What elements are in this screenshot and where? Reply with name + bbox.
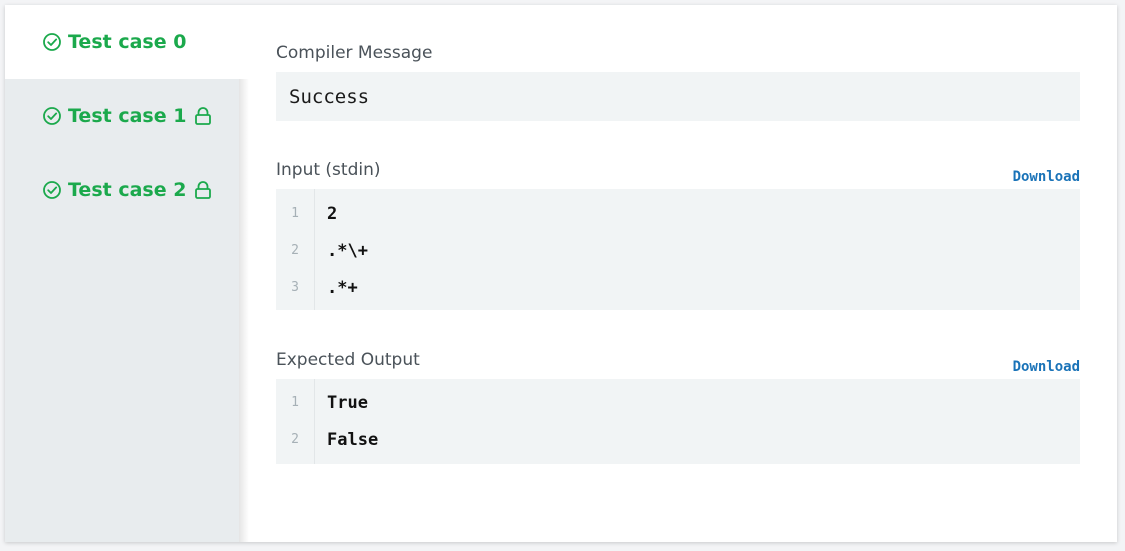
expected-output-label: Expected Output: [276, 350, 420, 370]
tab-label: Test case 0: [68, 31, 187, 53]
tab-test-case-1[interactable]: Test case 1: [5, 79, 239, 153]
line-number: 2: [291, 243, 299, 258]
line-number: 2: [291, 432, 299, 447]
test-case-sidebar: Test case 0 Test case 1 Test case 2: [5, 5, 239, 542]
line-text: False: [327, 429, 379, 450]
lock-icon: [194, 106, 212, 126]
input-label: Input (stdin): [276, 160, 381, 180]
line-text: True: [327, 392, 368, 413]
line-number: 3: [291, 280, 299, 295]
compiler-message-text: Success: [289, 85, 370, 108]
lock-icon: [194, 180, 212, 200]
tab-test-case-0[interactable]: Test case 0: [5, 5, 239, 79]
test-results-panel: Test case 0 Test case 1 Test case 2 Comp…: [5, 5, 1117, 542]
code-line: 1 True: [276, 384, 1080, 421]
code-line: 1 2: [276, 195, 1080, 232]
line-text: .*+: [327, 277, 358, 298]
code-line: 2 False: [276, 421, 1080, 458]
expected-output-download-link[interactable]: Download: [1013, 359, 1080, 375]
panel-shadow: [239, 79, 249, 542]
code-line: 2 .*\+: [276, 232, 1080, 269]
compiler-message-label: Compiler Message: [276, 43, 433, 63]
tab-label: Test case 2: [68, 179, 187, 201]
line-number: 1: [291, 395, 299, 410]
line-text: .*\+: [327, 240, 368, 261]
check-circle-icon: [42, 32, 62, 52]
input-download-link[interactable]: Download: [1013, 169, 1080, 185]
line-text: 2: [327, 203, 338, 224]
check-circle-icon: [42, 180, 62, 200]
code-line: 3 .*+: [276, 269, 1080, 306]
line-number: 1: [291, 206, 299, 221]
tab-test-case-2[interactable]: Test case 2: [5, 153, 239, 227]
tab-label: Test case 1: [68, 105, 187, 127]
check-circle-icon: [42, 106, 62, 126]
input-code-box: 1 2 2 .*\+ 3 .*+: [276, 189, 1080, 310]
expected-output-code-box: 1 True 2 False: [276, 379, 1080, 464]
compiler-message-box: Success: [276, 72, 1080, 121]
